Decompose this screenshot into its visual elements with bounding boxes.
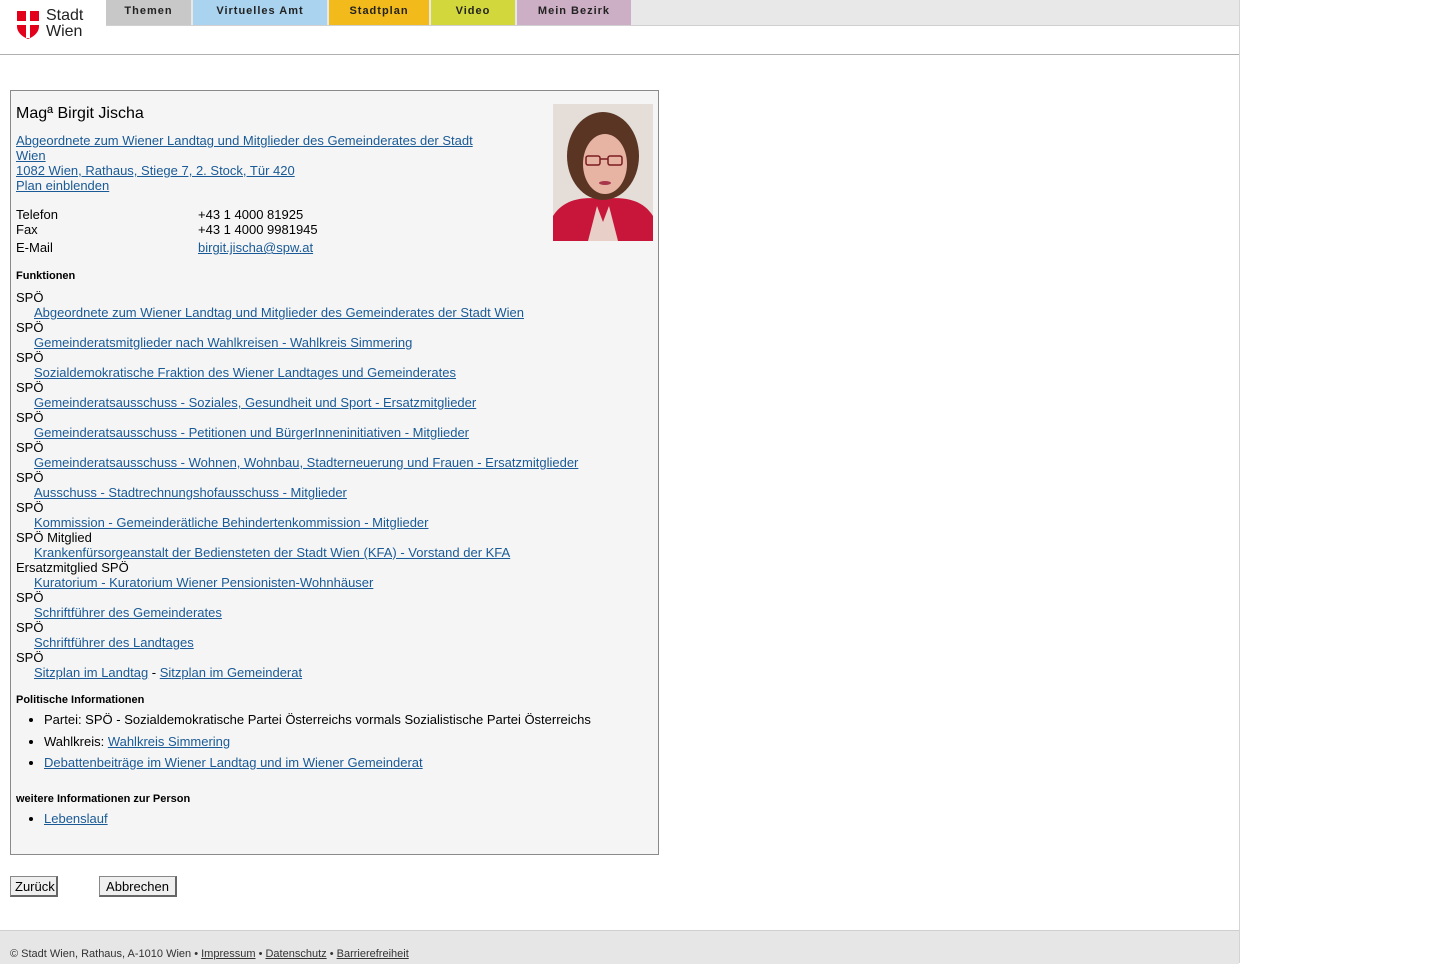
stadt-wien-logo[interactable]: Stadt Wien [16,8,96,44]
function-link[interactable]: Sozialdemokratische Fraktion des Wiener … [34,365,456,380]
more-info-title: weitere Informationen zur Person [16,793,191,805]
district-label: Wahlkreis: [44,733,108,749]
function-link[interactable]: Gemeinderatsausschuss - Soziales, Gesund… [34,395,476,410]
district-link[interactable]: Wahlkreis Simmering [108,734,230,749]
footer: © Stadt Wien, Rathaus, A-1010 Wien • Imp… [0,930,1239,964]
cancel-button[interactable]: Abbrechen [99,876,177,897]
header: Stadt Wien Themen Virtuelles Amt Stadtpl… [0,0,1239,55]
nav-tab-stadtplan[interactable]: Stadtplan [329,0,429,25]
party-info: Partei: SPÖ - Sozialdemokratische Partei… [44,713,591,735]
seat-plan-landtag-link[interactable]: Sitzplan im Landtag [34,665,148,680]
function-link[interactable]: Gemeinderatsausschuss - Wohnen, Wohnbau,… [34,455,578,470]
function-link[interactable]: Schriftführer des Landtages [34,635,194,650]
function-party: SPÖ [16,350,44,365]
datenschutz-link[interactable]: Datenschutz [265,948,326,960]
role-link-line-1[interactable]: Abgeordnete zum Wiener Landtag und Mitgl… [16,133,473,148]
function-party: SPÖ [16,650,44,665]
nav-tab-themen[interactable]: Themen [106,0,191,25]
district-info: Wahlkreis: Wahlkreis Simmering [44,733,591,757]
email-label: E-Mail [16,240,53,255]
address-link[interactable]: 1082 Wien, Rathaus, Stiege 7, 2. Stock, … [16,163,295,178]
fax-value: +43 1 4000 9981945 [198,222,318,237]
function-link[interactable]: Schriftführer des Gemeinderates [34,605,222,620]
political-info-list: Partei: SPÖ - Sozialdemokratische Partei… [16,713,591,778]
function-party: SPÖ Mitglied [16,530,92,545]
debates-info: Debattenbeiträge im Wiener Landtag und i… [44,756,591,778]
footer-separator: • [326,948,337,960]
function-link[interactable]: Gemeinderatsmitglieder nach Wahlkreisen … [34,335,412,350]
logo-text: Stadt Wien [46,8,83,40]
phone-value: +43 1 4000 81925 [198,207,304,222]
person-card: Magª Birgit Jischa Abgeordnete zum Wiene… [10,90,659,855]
page: Stadt Wien Themen Virtuelles Amt Stadtpl… [0,0,1240,964]
wien-shield-icon [17,11,39,39]
function-party: SPÖ [16,410,44,425]
cv-link[interactable]: Lebenslauf [44,811,108,826]
function-link[interactable]: Gemeinderatsausschuss - Petitionen und B… [34,425,469,440]
function-party: SPÖ [16,440,44,455]
function-link[interactable]: Krankenfürsorgeanstalt der Bediensteten … [34,545,510,560]
impressum-link[interactable]: Impressum [201,948,255,960]
footer-copyright: © Stadt Wien, Rathaus, A-1010 Wien • [10,948,202,960]
function-party: SPÖ [16,470,44,485]
function-link[interactable]: Kommission - Gemeinderätliche Behinderte… [34,515,429,530]
back-button[interactable]: Zurück [10,876,58,897]
seat-plan-links: Sitzplan im Landtag - Sitzplan im Gemein… [34,665,302,680]
political-info-title: Politische Informationen [16,694,145,706]
function-party: SPÖ [16,500,44,515]
footer-separator: • [255,948,266,960]
function-party: SPÖ [16,290,44,305]
function-party: SPÖ [16,380,44,395]
fax-label: Fax [16,222,38,237]
logo-line-2: Wien [46,23,83,40]
cv-info: Lebenslauf [44,812,108,834]
seat-plan-gemeinderat-link[interactable]: Sitzplan im Gemeinderat [160,665,302,680]
email-link[interactable]: birgit.jischa@spw.at [198,240,313,255]
function-party: SPÖ [16,590,44,605]
functions-title: Funktionen [16,270,76,282]
function-party: Ersatzmitglied SPÖ [16,560,129,575]
person-name: Magª Birgit Jischa [16,105,144,122]
function-link[interactable]: Kuratorium - Kuratorium Wiener Pensionis… [34,575,373,590]
phone-label: Telefon [16,207,58,222]
nav-tab-virtuelles-amt[interactable]: Virtuelles Amt [193,0,327,25]
logo-line-1: Stadt [46,7,84,24]
person-photo [553,104,653,241]
nav-tab-mein-bezirk[interactable]: Mein Bezirk [517,0,631,25]
seat-plan-separator: - [148,665,160,680]
debates-link[interactable]: Debattenbeiträge im Wiener Landtag und i… [44,755,423,770]
role-link-line-2[interactable]: Wien [16,148,46,163]
main-nav: Themen Virtuelles Amt Stadtplan Video Me… [106,0,633,25]
party-text: Partei: SPÖ - Sozialdemokratische Partei… [44,712,591,727]
function-party: SPÖ [16,320,44,335]
show-plan-link[interactable]: Plan einblenden [16,178,109,193]
barrierefreiheit-link[interactable]: Barrierefreiheit [337,948,409,960]
function-link[interactable]: Abgeordnete zum Wiener Landtag und Mitgl… [34,305,524,320]
function-party: SPÖ [16,620,44,635]
more-info-list: Lebenslauf [16,812,108,834]
nav-tab-video[interactable]: Video [431,0,515,25]
footer-text: © Stadt Wien, Rathaus, A-1010 Wien • Imp… [10,948,409,960]
function-link[interactable]: Ausschuss - Stadtrechnungshofausschuss -… [34,485,347,500]
